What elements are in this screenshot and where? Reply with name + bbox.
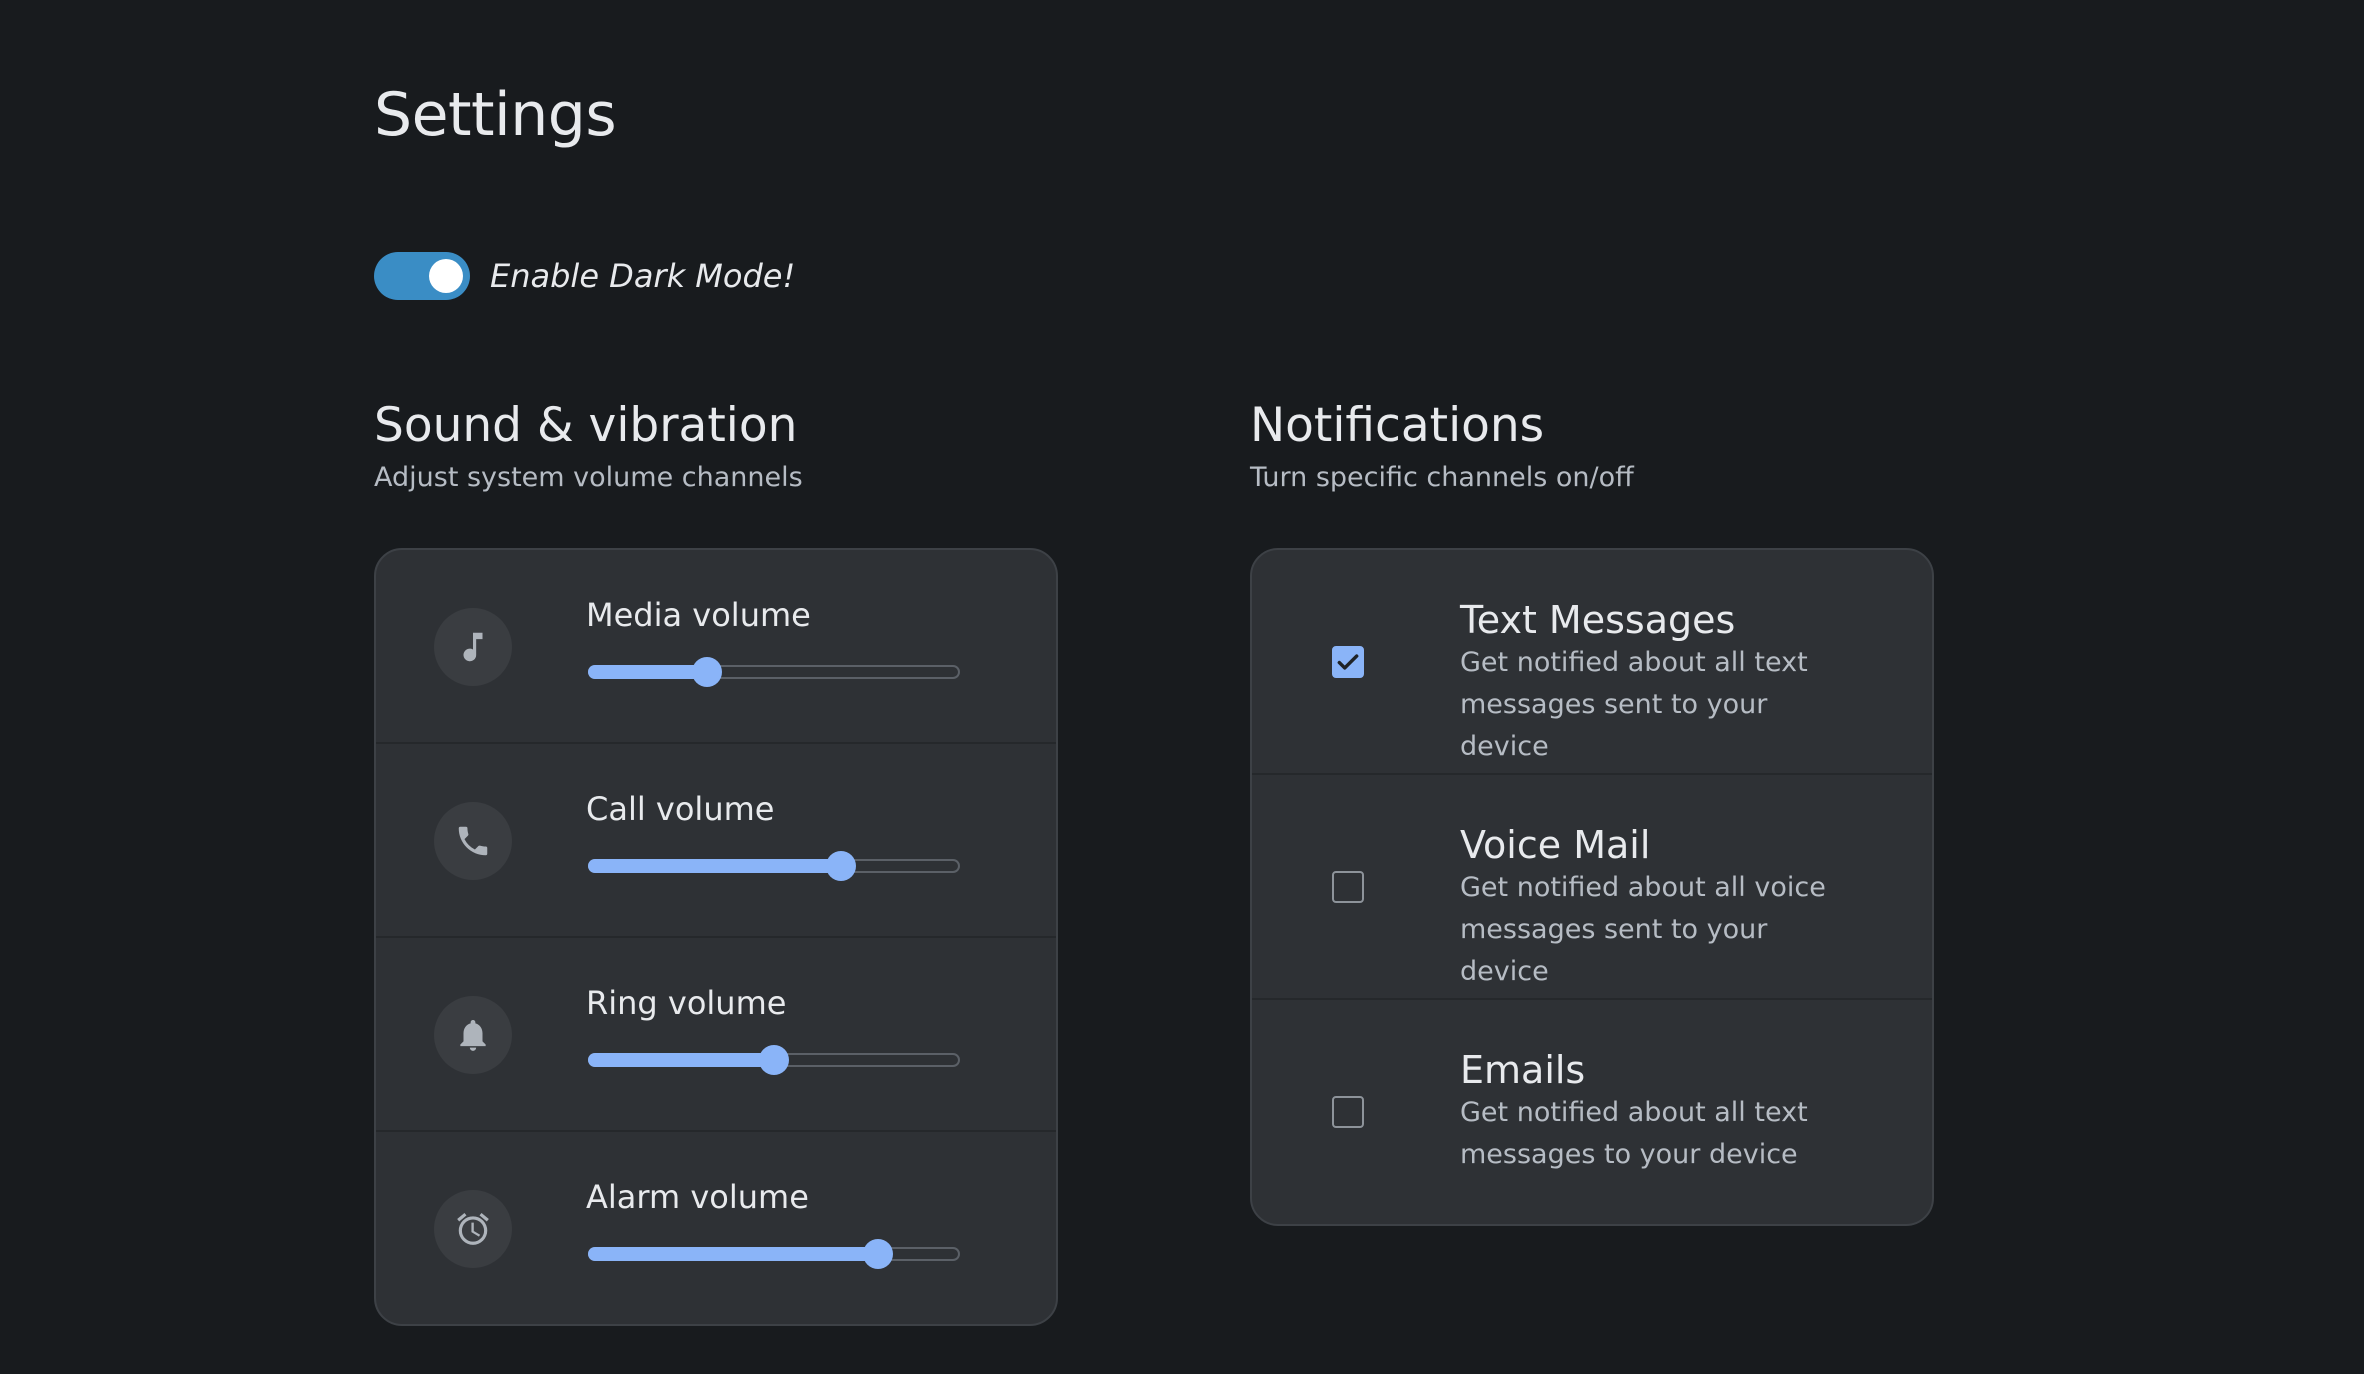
ring-volume-slider[interactable] [588,1045,960,1075]
volume-label: Call volume [586,790,775,828]
notification-row-voice-mail: Voice Mail Get notified about all voice … [1252,775,1932,1000]
notification-row-emails: Emails Get notified about all text messa… [1252,1000,1932,1224]
slider-thumb[interactable] [863,1239,894,1269]
notification-description: Get notified about all text messages to … [1460,1097,1808,1170]
notification-description: Get notified about all voice messages se… [1460,872,1826,987]
volume-row-call: Call volume [376,744,1056,938]
alarm-clock-icon [434,1190,512,1268]
notification-title: Text Messages [1460,598,1736,642]
slider-thumb[interactable] [759,1045,789,1075]
media-volume-slider[interactable] [588,657,960,687]
voice-mail-checkbox[interactable] [1332,871,1364,903]
notification-title: Emails [1460,1048,1586,1092]
slider-fill [588,665,708,679]
slider-thumb[interactable] [692,657,723,687]
notification-title: Voice Mail [1460,823,1651,867]
text-messages-checkbox[interactable] [1332,646,1364,678]
volume-label: Ring volume [586,984,787,1022]
volume-row-media: Media volume [376,550,1056,744]
notification-row-text-messages: Text Messages Get notified about all tex… [1252,550,1932,775]
music-note-icon [434,608,512,686]
settings-page: Settings Enable Dark Mode! Sound & vibra… [0,0,2364,1374]
volume-row-alarm: Alarm volume [376,1132,1056,1324]
notifications-section-subtitle: Turn specific channels on/off [1250,462,1634,493]
emails-checkbox[interactable] [1332,1096,1364,1128]
slider-fill [588,859,841,873]
dark-mode-label: Enable Dark Mode! [490,257,796,295]
notification-description: Get notified about all text messages sen… [1460,647,1808,762]
checkmark-icon [1337,654,1359,670]
sound-section-subtitle: Adjust system volume channels [374,462,803,493]
phone-icon [434,802,512,880]
volume-label: Alarm volume [586,1178,809,1216]
dark-mode-switch[interactable] [374,252,470,300]
alarm-volume-slider[interactable] [588,1239,960,1269]
page-title: Settings [374,80,617,150]
volume-label: Media volume [586,596,811,634]
slider-thumb[interactable] [825,851,856,881]
volume-row-ring: Ring volume [376,938,1056,1132]
slider-fill [588,1247,879,1261]
sound-section-title: Sound & vibration [374,398,798,453]
call-volume-slider[interactable] [588,851,960,881]
notifications-card: Text Messages Get notified about all tex… [1250,548,1934,1226]
switch-knob [429,259,463,293]
bell-icon [434,996,512,1074]
slider-fill [588,1053,774,1067]
notifications-section-title: Notifications [1250,398,1545,453]
dark-mode-toggle-row: Enable Dark Mode! [374,252,795,300]
sound-card: Media volume Call volume Ring volume Ala… [374,548,1058,1326]
